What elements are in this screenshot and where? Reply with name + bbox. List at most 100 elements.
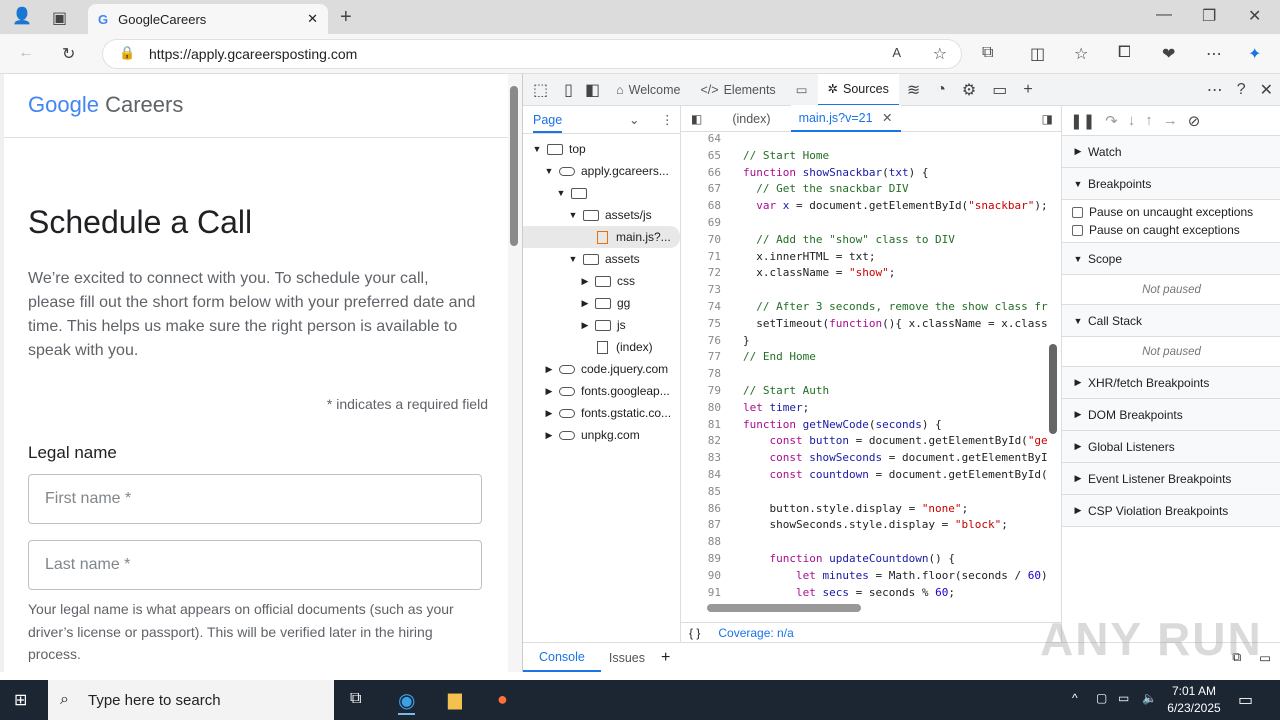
line-number[interactable]: 80	[681, 401, 721, 418]
back-icon[interactable]: ←	[18, 44, 34, 62]
tree-item[interactable]: ▶ code.jquery.com	[523, 358, 680, 380]
extensions-icon[interactable]: ⧉	[982, 44, 993, 62]
volume-icon[interactable]: 🔈	[1142, 691, 1157, 705]
line-number[interactable]: 78	[681, 367, 721, 384]
tree-item[interactable]: (index)	[523, 336, 680, 358]
performance-icon[interactable]: ◔	[928, 81, 954, 99]
favorites-icon[interactable]: ☆	[1074, 44, 1088, 64]
line-number[interactable]: 68	[681, 199, 721, 216]
network-icon[interactable]: ≋	[899, 80, 928, 100]
toggle-navigator-icon[interactable]: ◧	[681, 112, 712, 126]
line-number[interactable]: 79	[681, 384, 721, 401]
page-scrollbar-thumb[interactable]	[510, 86, 518, 246]
close-tab-icon[interactable]: ✕	[307, 11, 318, 27]
expand-icon[interactable]: ▶	[543, 430, 555, 441]
tab-welcome[interactable]: ⌂ Welcome	[606, 74, 690, 106]
line-number[interactable]: 90	[681, 569, 721, 586]
scope-section[interactable]: ▼ Scope	[1062, 243, 1280, 275]
show-hidden-icons[interactable]: ^	[1072, 691, 1078, 705]
code-vscrollbar-thumb[interactable]	[1049, 344, 1057, 434]
line-number[interactable]: 85	[681, 485, 721, 502]
pause-icon[interactable]: ❚❚	[1070, 112, 1095, 130]
device-emulation-icon[interactable]: ▯	[558, 80, 579, 100]
drawer-tab-issues[interactable]: Issues	[601, 651, 653, 665]
more-options-icon[interactable]: ⋮	[661, 112, 674, 127]
tree-item[interactable]: ▶ gg	[523, 292, 680, 314]
application-icon[interactable]: ▭	[984, 80, 1015, 100]
watch-section[interactable]: ▶ Watch	[1062, 136, 1280, 168]
network-icon[interactable]: ▭	[1118, 691, 1129, 705]
close-devtools-icon[interactable]: ✕	[1252, 80, 1280, 100]
breakpoints-section[interactable]: ▼ Breakpoints	[1062, 168, 1280, 200]
toggle-debugger-icon[interactable]: ◨	[1034, 112, 1061, 126]
more-tools-icon[interactable]: +	[1015, 81, 1040, 99]
firefox-icon[interactable]: ●	[497, 689, 508, 710]
line-number[interactable]: 73	[681, 283, 721, 300]
split-screen-icon[interactable]: ◫	[1030, 44, 1045, 64]
read-aloud-icon[interactable]: A	[892, 45, 901, 60]
step-out-icon[interactable]: ↑	[1145, 112, 1153, 129]
line-number[interactable]: 69	[681, 216, 721, 233]
taskbar-search[interactable]: ⌕ Type here to search	[48, 680, 334, 720]
clock[interactable]: 7:01 AM 6/23/2025	[1164, 683, 1224, 717]
collapse-icon[interactable]: ▼	[567, 210, 579, 220]
close-window-icon[interactable]: ✕	[1248, 6, 1261, 26]
coverage-status[interactable]: Coverage: n/a	[718, 626, 793, 640]
pretty-print-button[interactable]: { }	[689, 626, 700, 640]
edge-taskbar-icon[interactable]: ◉	[398, 688, 416, 715]
line-number[interactable]: 83	[681, 451, 721, 468]
new-tab-icon[interactable]: +	[340, 6, 352, 29]
last-name-input[interactable]: Last name *	[28, 540, 482, 590]
collapse-icon[interactable]: ▼	[555, 188, 567, 198]
expand-icon[interactable]: ▶	[543, 364, 555, 375]
dom-breakpoints-section[interactable]: ▶ DOM Breakpoints	[1062, 399, 1280, 431]
line-number[interactable]: 76	[681, 334, 721, 351]
browser-tab[interactable]: G GoogleCareers ✕	[88, 4, 328, 34]
line-number[interactable]: 65	[681, 149, 721, 166]
close-icon[interactable]: ✕	[882, 111, 892, 125]
collapse-icon[interactable]: ▼	[543, 166, 555, 176]
favorite-icon[interactable]: ☆	[933, 44, 947, 64]
devtools-menu-icon[interactable]: ⋯	[1199, 80, 1231, 100]
line-number[interactable]: 70	[681, 233, 721, 250]
help-icon[interactable]: ?	[1231, 81, 1252, 99]
expand-icon[interactable]: ▶	[579, 276, 591, 287]
tab-console-icon[interactable]: ▭	[786, 74, 818, 106]
code-hscrollbar-thumb[interactable]	[707, 604, 861, 612]
collapse-icon[interactable]: ▼	[567, 254, 579, 264]
copilot-icon[interactable]: ✦	[1248, 44, 1261, 64]
drawer-tab-console[interactable]: Console	[523, 644, 601, 672]
line-number[interactable]: 88	[681, 535, 721, 552]
url-input[interactable]: 🔒 https://apply.gcareersposting.com A ☆	[102, 39, 962, 69]
tab-elements[interactable]: </> Elements	[691, 74, 786, 106]
refresh-icon[interactable]: ↻	[62, 44, 75, 64]
csp-violation-breakpoints-section[interactable]: ▶ CSP Violation Breakpoints	[1062, 495, 1280, 527]
meet-icon[interactable]: ▢	[1096, 691, 1107, 705]
tree-item[interactable]: ▼	[523, 182, 680, 204]
collapse-icon[interactable]: ▼	[531, 144, 543, 154]
line-number[interactable]: 75	[681, 317, 721, 334]
chevron-down-icon[interactable]: ⌄	[629, 112, 639, 127]
tab-sources[interactable]: ✲ Sources	[817, 73, 899, 106]
line-number[interactable]: 66	[681, 166, 721, 183]
tree-item[interactable]: ▼ top	[523, 138, 680, 160]
expand-icon[interactable]: ▶	[543, 386, 555, 397]
line-number[interactable]: 72	[681, 266, 721, 283]
first-name-input[interactable]: First name *	[28, 474, 482, 524]
tree-item[interactable]: ▶ fonts.gstatic.co...	[523, 402, 680, 424]
tree-item[interactable]: ▶ unpkg.com	[523, 424, 680, 446]
site-info-icon[interactable]: 🔒	[119, 45, 135, 61]
line-number[interactable]: 89	[681, 552, 721, 569]
call-stack-section[interactable]: ▼ Call Stack	[1062, 305, 1280, 337]
line-number[interactable]: 64	[681, 132, 721, 149]
minimize-icon[interactable]: —	[1156, 6, 1172, 24]
memory-icon[interactable]: ⚙	[954, 80, 984, 100]
pause-caught-checkbox[interactable]: Pause on caught exceptions	[1062, 221, 1280, 239]
more-icon[interactable]: ⋯	[1206, 44, 1222, 64]
expand-icon[interactable]: ▶	[543, 408, 555, 419]
line-number[interactable]: 86	[681, 502, 721, 519]
line-number[interactable]: 91	[681, 586, 721, 603]
dock-icon[interactable]: ◧	[579, 80, 606, 100]
line-number[interactable]: 81	[681, 418, 721, 435]
editor-tab-main-js[interactable]: main.js?v=21 ✕	[790, 105, 901, 132]
